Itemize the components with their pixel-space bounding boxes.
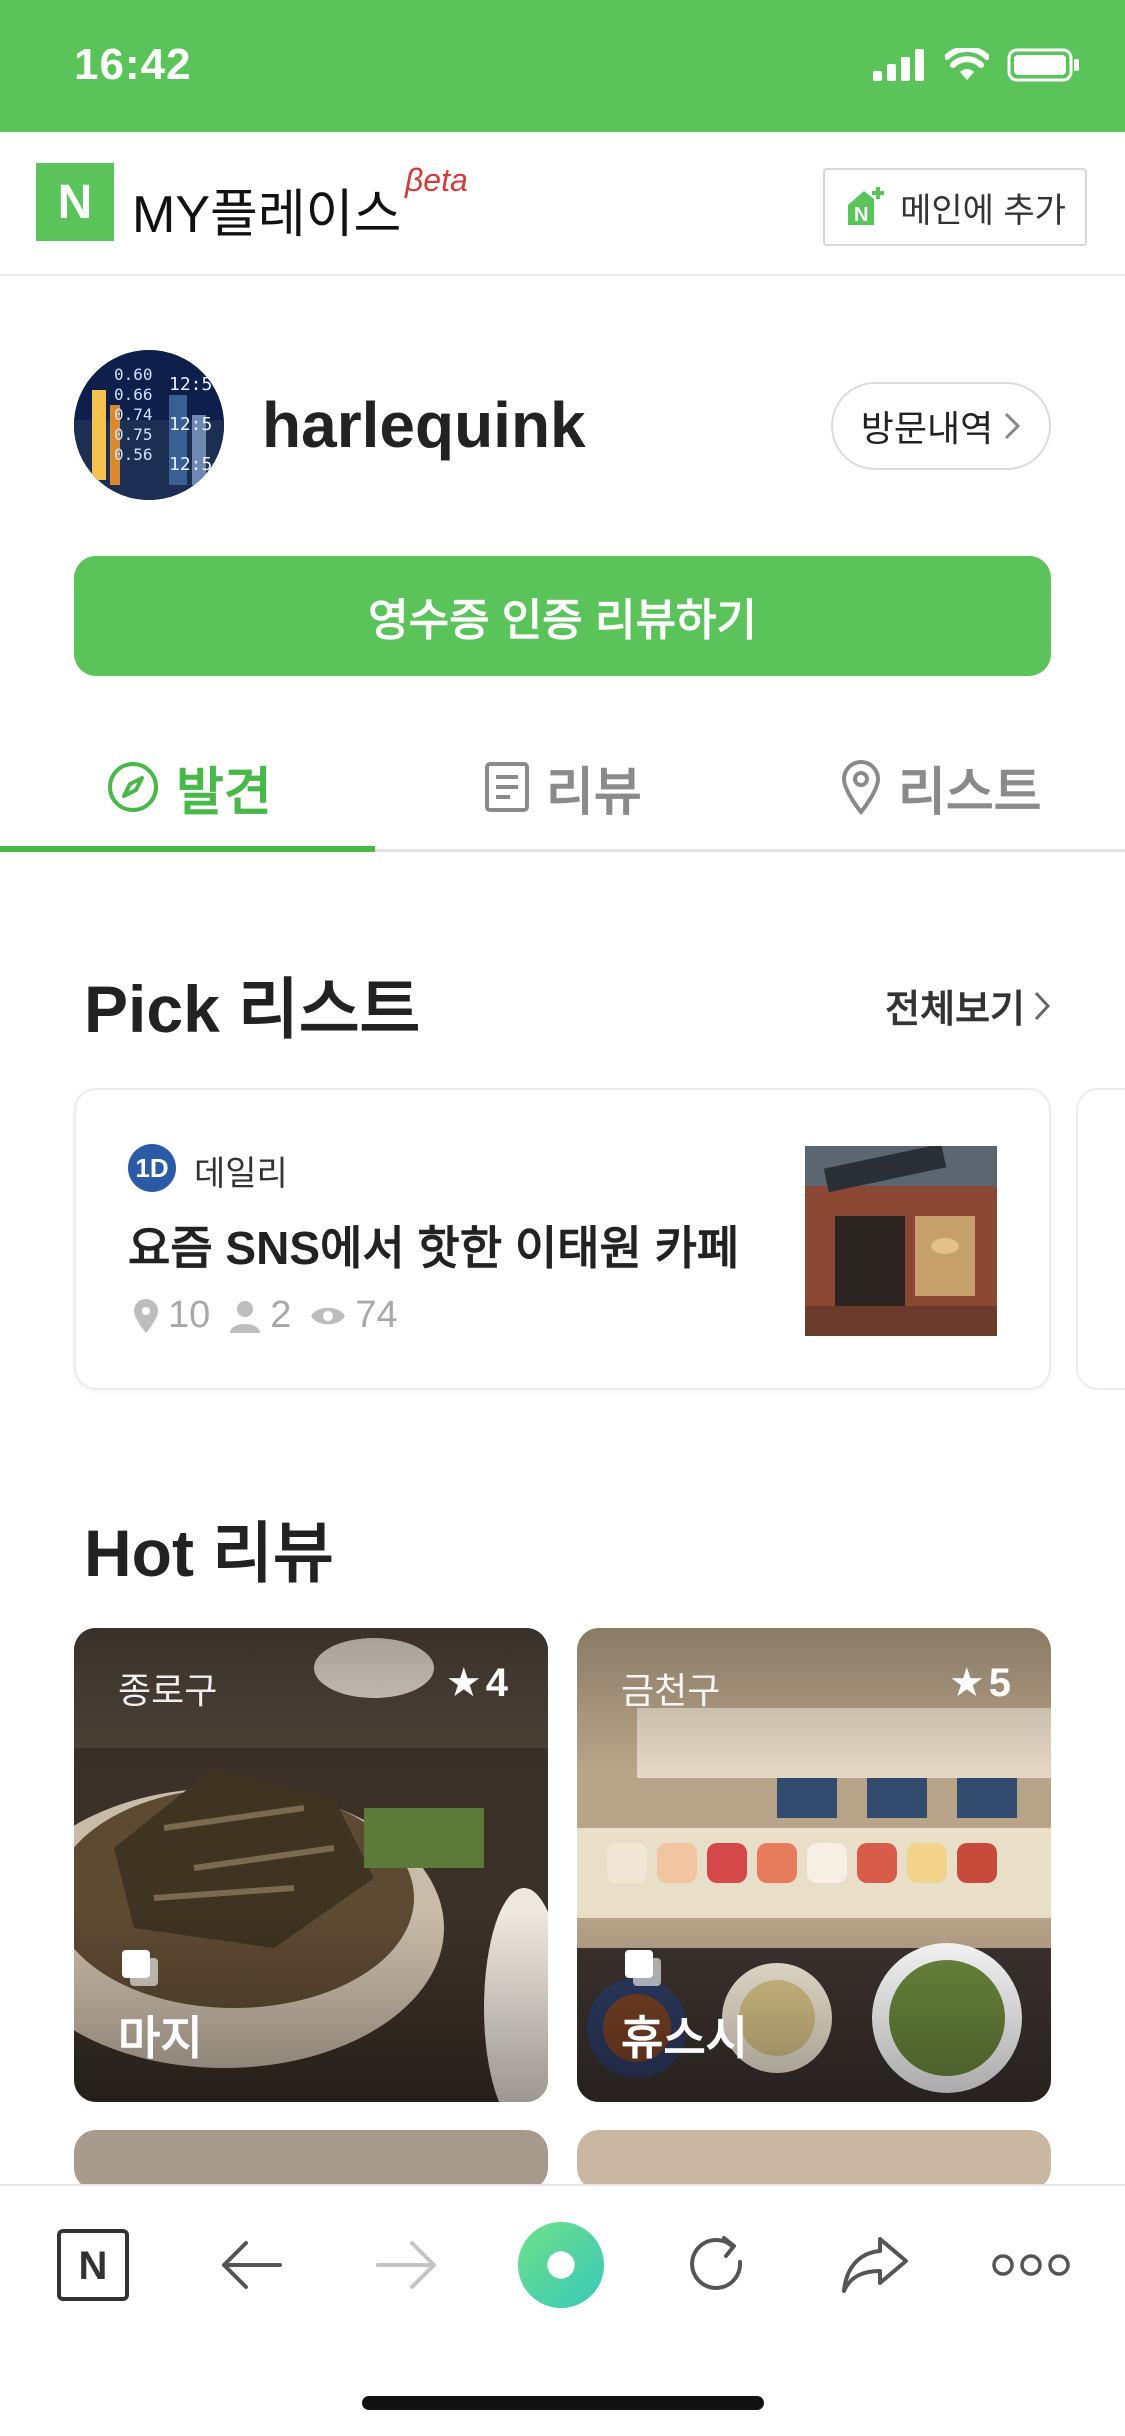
- tab-discover-label: 발견: [176, 763, 272, 822]
- svg-text:12:5: 12:5: [169, 414, 212, 435]
- svg-text:N: N: [79, 2244, 108, 2288]
- back-arrow-icon[interactable]: [206, 2220, 296, 2310]
- active-tab-indicator: [0, 846, 375, 852]
- review-rating: ★ 4: [446, 1660, 508, 1706]
- svg-text:0.75: 0.75: [114, 425, 153, 444]
- author-badge: 1D: [128, 1144, 176, 1192]
- review-place-name: 마지: [118, 2012, 203, 2064]
- add-to-main-label: 메인에 추가: [900, 191, 1066, 230]
- review-card-partial[interactable]: [577, 2130, 1051, 2190]
- next-pick-card[interactable]: [1076, 1088, 1125, 1390]
- more-icon[interactable]: [986, 2220, 1076, 2310]
- svg-text:12:5: 12:5: [169, 454, 212, 475]
- share-icon[interactable]: [830, 2220, 920, 2310]
- multiple-photos-icon: [623, 1948, 663, 1993]
- tab-lists-label: 리스트: [898, 763, 1042, 822]
- pick-title: 요즘 SNS에서 핫한 이태원 카페: [128, 1222, 740, 1274]
- svg-text:0.66: 0.66: [114, 385, 153, 404]
- review-card[interactable]: 금천구 ★ 5 휴스시: [577, 1628, 1051, 2102]
- multiple-photos-icon: [120, 1948, 160, 1993]
- tab-reviews[interactable]: 리뷰: [484, 722, 642, 852]
- see-all-label: 전체보기: [885, 989, 1025, 1031]
- person-icon: [230, 1300, 261, 1333]
- pick-list-card[interactable]: 1D 데일리 요즘 SNS에서 핫한 이태원 카페 10 2 74: [74, 1088, 1051, 1390]
- reload-icon[interactable]: [672, 2220, 762, 2310]
- beta-label: βeta: [405, 162, 468, 198]
- hot-review-title: Hot 리뷰: [84, 1516, 334, 1590]
- review-card-partial[interactable]: [74, 2130, 548, 2190]
- location-pin-icon: [134, 1298, 158, 1333]
- see-all-link[interactable]: 전체보기: [885, 978, 1051, 1033]
- svg-text:0.60: 0.60: [114, 365, 153, 384]
- svg-text:12:5: 12:5: [169, 374, 212, 395]
- svg-text:0.56: 0.56: [114, 445, 153, 464]
- pick-author: 데일리: [194, 1155, 288, 1193]
- compass-icon: [108, 762, 158, 812]
- views-count: 74: [355, 1294, 398, 1336]
- home-plus-icon: N: [848, 187, 885, 226]
- tab-reviews-label: 리뷰: [546, 763, 642, 822]
- review-place-name: 휴스시: [621, 2012, 748, 2064]
- review-rating: ★ 5: [949, 1660, 1011, 1706]
- wifi-icon: [945, 48, 989, 80]
- battery-icon: [1007, 48, 1079, 82]
- page-title: MY플레이스: [132, 186, 402, 244]
- visit-history-button[interactable]: 방문내역: [831, 382, 1051, 470]
- status-bar: 16:42: [0, 0, 1125, 132]
- rating-value: 4: [485, 1660, 508, 1705]
- pick-stats: 10 2 74: [132, 1294, 408, 1337]
- svg-text:N: N: [854, 204, 868, 226]
- chevron-right-icon: [1005, 412, 1021, 440]
- star-icon: ★: [445, 1661, 482, 1705]
- signal-icon: [873, 49, 924, 81]
- followers-count: 2: [270, 1294, 292, 1336]
- review-region: 금천구: [621, 1670, 721, 1711]
- receipt-review-button[interactable]: 영수증 인증 리뷰하기: [74, 556, 1051, 676]
- forward-arrow-icon[interactable]: [362, 2220, 452, 2310]
- status-time: 16:42: [74, 40, 192, 89]
- review-region: 종로구: [118, 1670, 218, 1711]
- visit-history-label: 방문내역: [860, 408, 994, 449]
- pick-thumbnail: [805, 1146, 997, 1336]
- naver-logo[interactable]: N: [36, 163, 114, 241]
- review-card[interactable]: 종로구 ★ 4 마지: [74, 1628, 548, 2102]
- svg-text:0.74: 0.74: [114, 405, 153, 424]
- rating-value: 5: [988, 1660, 1011, 1705]
- tab-discover[interactable]: 발견: [106, 722, 272, 852]
- eye-icon: [311, 1307, 346, 1324]
- places-count: 10: [168, 1294, 211, 1336]
- tab-bar: 발견 리뷰 리스트: [0, 722, 1125, 852]
- status-icons: [873, 48, 1081, 82]
- add-to-main-button[interactable]: N 메인에 추가: [823, 168, 1087, 246]
- app-header: N MY플레이스 βeta N 메인에 추가: [0, 132, 1125, 276]
- chevron-right-icon: [1034, 991, 1051, 1020]
- star-icon: ★: [948, 1661, 985, 1705]
- tab-lists[interactable]: 리스트: [840, 722, 1042, 852]
- username: harlequink: [262, 389, 586, 461]
- home-indicator[interactable]: [362, 2396, 764, 2410]
- green-dot-icon[interactable]: [516, 2220, 606, 2310]
- avatar[interactable]: 0.60 0.66 0.74 0.75 0.56 12:5 12:5 12:5: [74, 350, 224, 500]
- naver-n-icon[interactable]: N: [48, 2220, 138, 2310]
- location-pin-icon: [841, 760, 881, 815]
- document-icon: [485, 762, 529, 812]
- pick-list-title: Pick 리스트: [84, 972, 421, 1046]
